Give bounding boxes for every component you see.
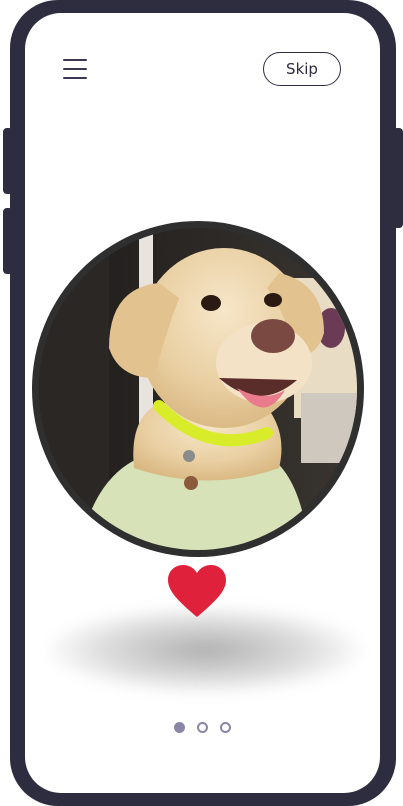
- skip-button[interactable]: Skip: [263, 52, 341, 86]
- phone-side-button-left-top: [3, 128, 13, 194]
- dog-illustration: [39, 228, 357, 550]
- phone-side-button-left-bottom: [3, 208, 13, 274]
- dog-photo: [39, 228, 357, 550]
- phone-side-button-right: [393, 128, 403, 228]
- phone-screen: Skip: [25, 13, 380, 793]
- page-dot-3[interactable]: [220, 722, 231, 733]
- photo-frame: [32, 221, 364, 557]
- page-dot-1[interactable]: [174, 722, 185, 733]
- page-dot-2[interactable]: [197, 722, 208, 733]
- hamburger-menu-icon[interactable]: [63, 59, 89, 81]
- pagination-dots: [174, 722, 231, 733]
- skip-button-label: Skip: [286, 60, 318, 78]
- heart-icon[interactable]: [168, 565, 226, 619]
